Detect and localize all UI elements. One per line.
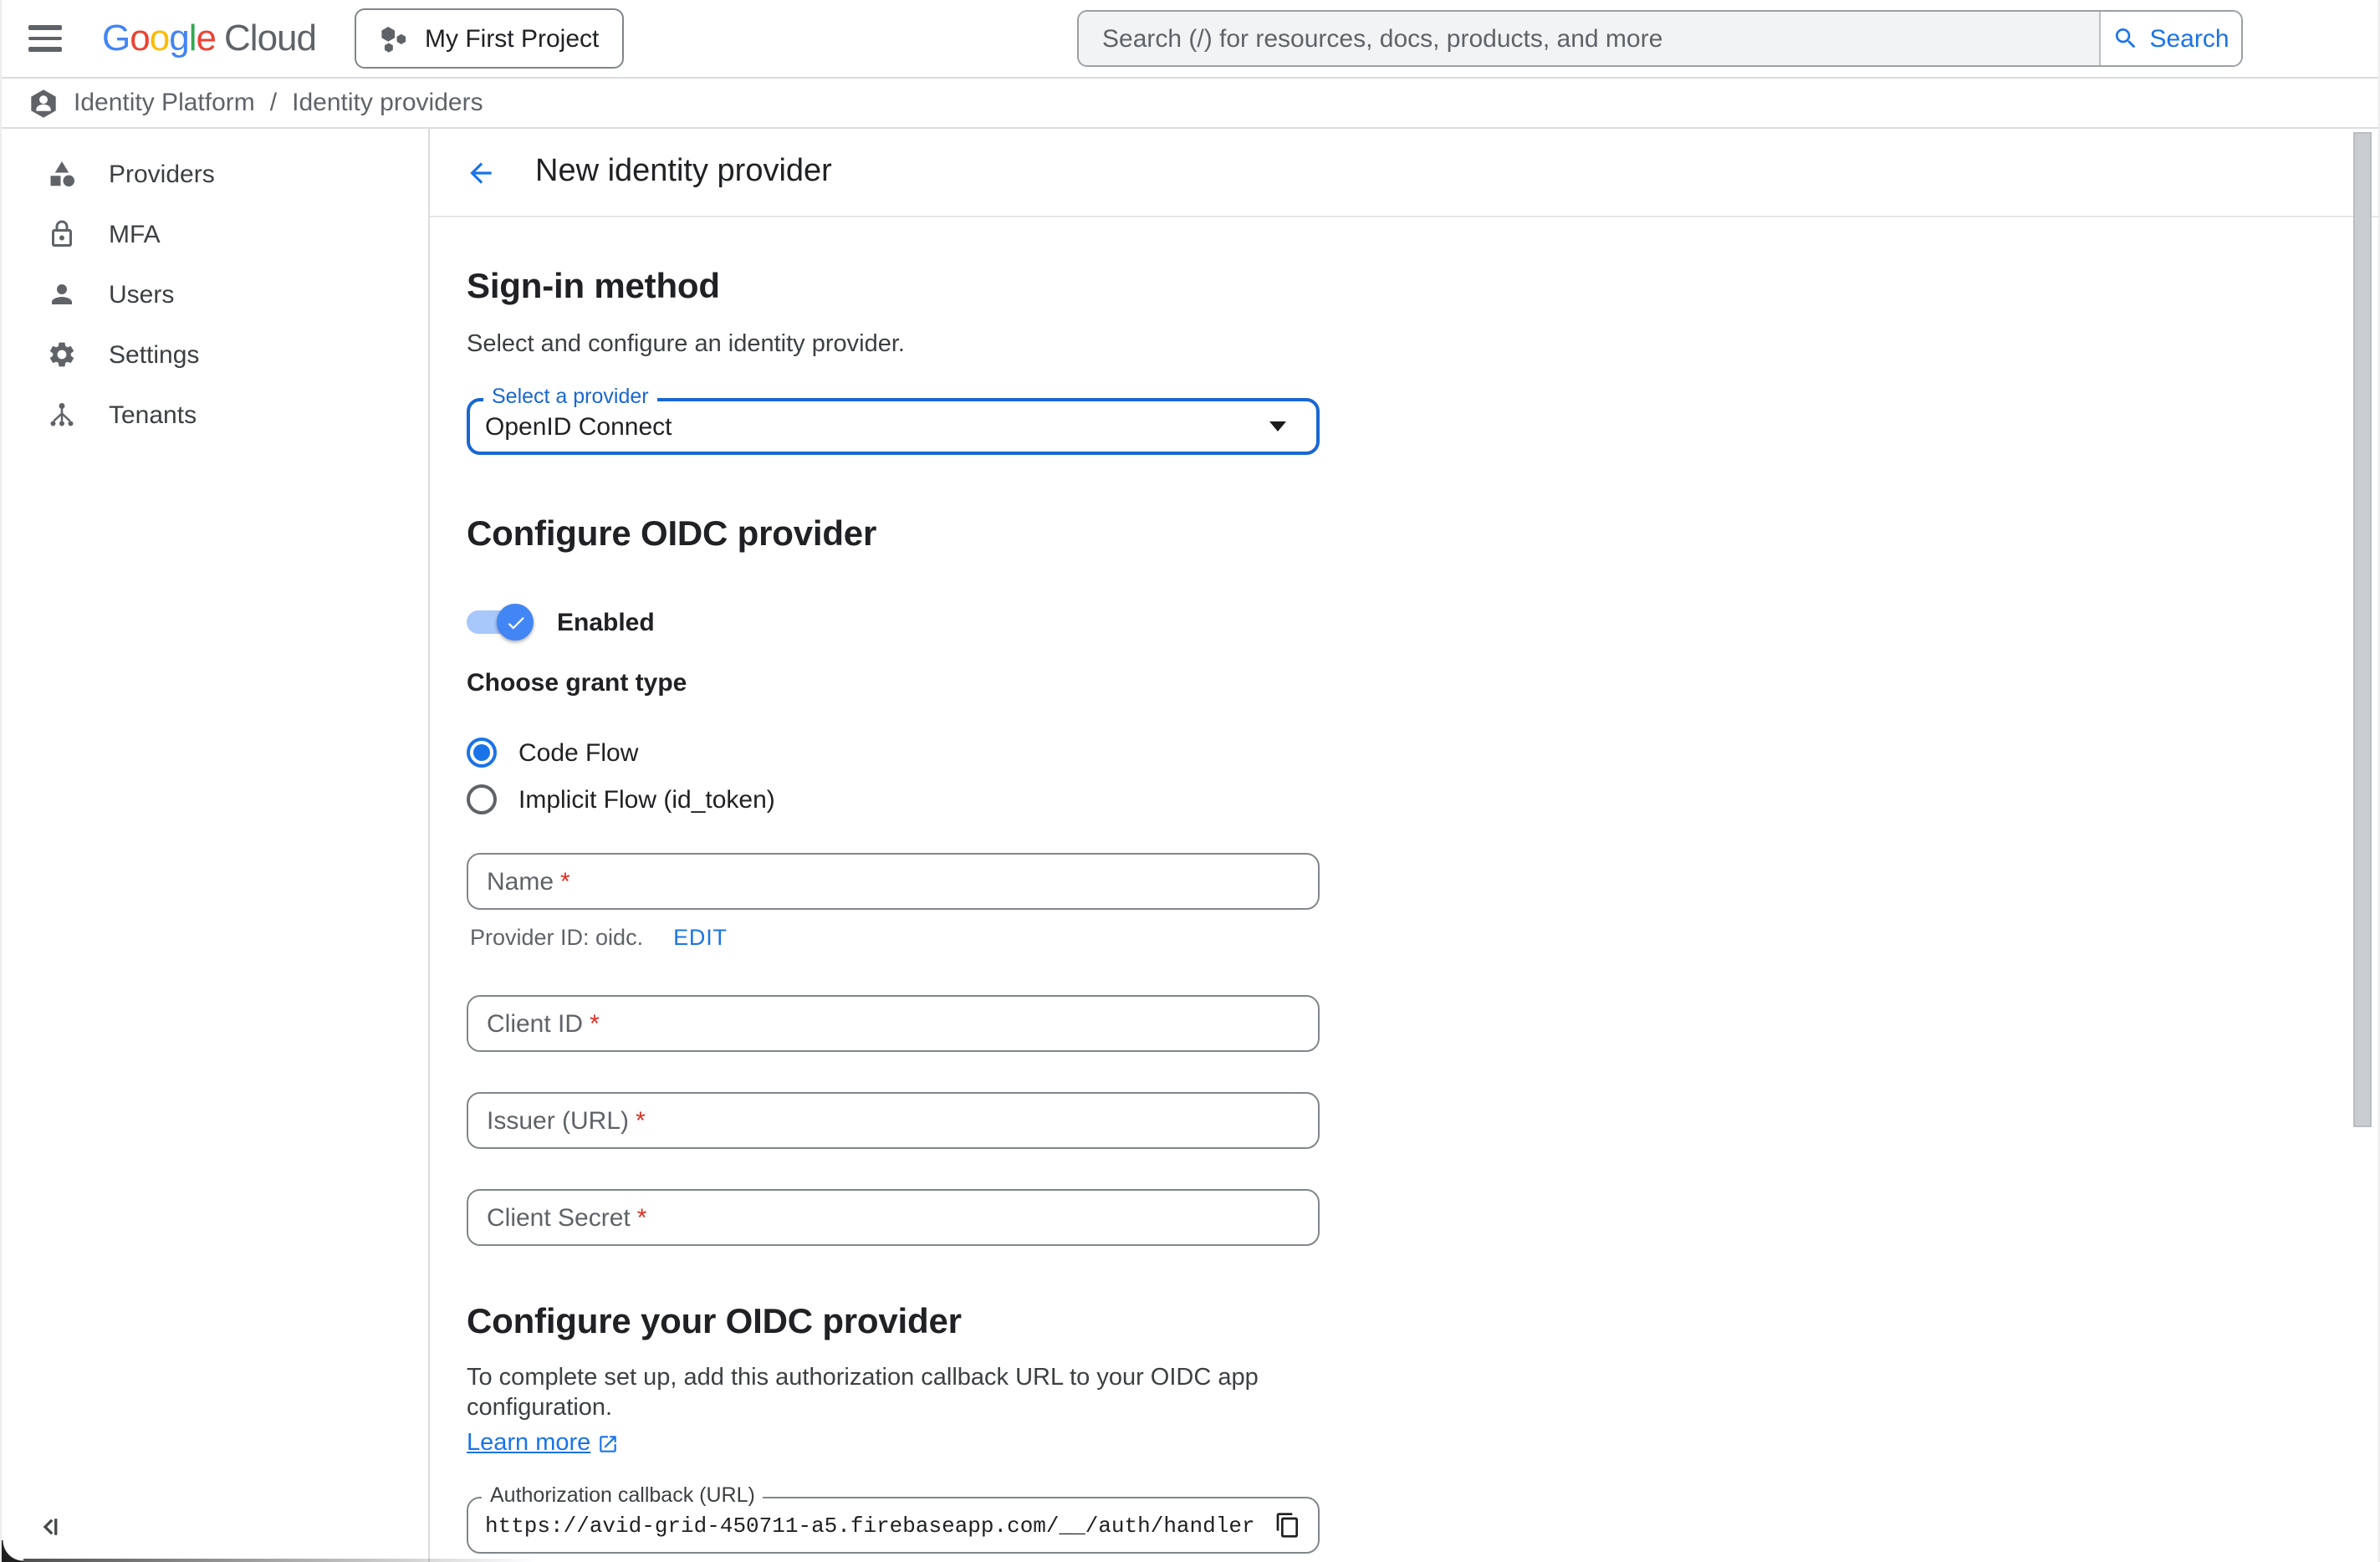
tenants-icon <box>47 400 77 430</box>
client-id-field[interactable]: Client ID * <box>467 995 1320 1052</box>
learn-more-label: Learn more <box>467 1430 590 1457</box>
signin-method-heading: Sign-in method <box>467 266 1320 309</box>
top-bar: Google Cloud My First Project Search <box>2 0 2378 79</box>
required-asterisk: * <box>637 1203 647 1232</box>
required-asterisk: * <box>590 1009 600 1038</box>
radio-label: Code Flow <box>518 738 638 767</box>
name-field-label: Name <box>468 867 554 896</box>
breadcrumb-identity-providers[interactable]: Identity providers <box>292 89 483 117</box>
search-bar: Search <box>1077 10 2243 67</box>
issuer-field-label: Issuer (URL) <box>468 1106 629 1135</box>
callback-description: To complete set up, add this authorizati… <box>467 1363 1320 1423</box>
enabled-toggle-row: Enabled <box>467 604 1320 641</box>
search-icon <box>2112 25 2139 52</box>
app-window: Google Cloud My First Project Search <box>0 0 2380 1562</box>
sidebar-item-label: Users <box>109 280 174 309</box>
radio-implicit-flow[interactable]: Implicit Flow (id_token) <box>467 784 1320 814</box>
sidebar: Providers MFA Users Settings <box>2 129 430 1562</box>
page-title: New identity provider <box>535 154 832 191</box>
collapse-sidebar-icon[interactable] <box>35 1512 65 1542</box>
provider-select[interactable]: Select a provider OpenID Connect <box>467 398 1320 455</box>
provider-select-value: OpenID Connect <box>470 412 672 441</box>
required-asterisk: * <box>560 867 570 896</box>
callback-url-value: https://avid-grid-450711-a5.firebaseapp.… <box>468 1513 1268 1538</box>
search-input[interactable] <box>1079 12 2099 65</box>
window-corner <box>2 1540 23 1562</box>
search-button[interactable]: Search <box>2099 12 2241 65</box>
page-header: New identity provider <box>430 129 2378 217</box>
breadcrumb: Identity Platform / Identity providers <box>2 79 2378 129</box>
hamburger-menu-icon[interactable] <box>28 18 69 59</box>
client-id-field-label: Client ID <box>468 1009 583 1038</box>
back-button[interactable] <box>460 152 500 192</box>
radio-unselected-icon <box>467 784 497 814</box>
main-content: New identity provider Sign-in method Sel… <box>430 129 2378 1562</box>
lock-icon <box>47 219 77 249</box>
issuer-url-field[interactable]: Issuer (URL) * <box>467 1092 1320 1149</box>
toggle-thumb-check-icon <box>497 604 534 641</box>
radio-selected-icon <box>467 738 497 768</box>
copy-button[interactable] <box>1268 1505 1308 1545</box>
required-asterisk: * <box>636 1106 646 1135</box>
provider-id-text: Provider ID: oidc. <box>467 925 643 952</box>
google-logo-cloud-text: Cloud <box>224 17 316 60</box>
identity-platform-icon <box>28 88 59 118</box>
project-name: My First Project <box>425 24 599 53</box>
google-logo-letters: Google <box>102 17 216 60</box>
radio-label: Implicit Flow (id_token) <box>518 785 775 814</box>
google-cloud-logo: Google Cloud <box>102 17 316 60</box>
configure-your-oidc-heading: Configure your OIDC provider <box>467 1301 1320 1345</box>
scrollbar[interactable] <box>2353 132 2372 1127</box>
learn-more-link[interactable]: Learn more <box>467 1430 619 1457</box>
sidebar-item-mfa[interactable]: MFA <box>2 204 428 264</box>
sidebar-item-providers[interactable]: Providers <box>2 144 428 204</box>
signin-method-description: Select and configure an identity provide… <box>467 329 1320 360</box>
grant-type-label: Choose grant type <box>467 669 1320 699</box>
enabled-toggle[interactable] <box>467 610 527 634</box>
sidebar-item-label: MFA <box>109 220 161 248</box>
external-link-icon <box>597 1432 619 1454</box>
provider-select-label: Select a provider <box>483 386 657 406</box>
project-hexagons-icon <box>380 24 408 53</box>
sidebar-item-settings[interactable]: Settings <box>2 324 428 385</box>
sidebar-item-label: Settings <box>109 340 199 369</box>
person-icon <box>47 279 77 309</box>
category-icon <box>47 159 77 189</box>
search-button-label: Search <box>2149 24 2229 53</box>
sidebar-item-tenants[interactable]: Tenants <box>2 385 428 445</box>
configure-oidc-heading: Configure OIDC provider <box>467 513 1320 557</box>
dropdown-caret-icon <box>1269 421 1286 431</box>
window-bottom-edge <box>2 1559 537 1562</box>
project-selector-button[interactable]: My First Project <box>355 8 624 69</box>
radio-code-flow[interactable]: Code Flow <box>467 738 1320 768</box>
breadcrumb-separator: / <box>270 89 277 117</box>
edit-provider-id-link[interactable]: EDIT <box>673 925 728 952</box>
enabled-label: Enabled <box>557 608 655 636</box>
sidebar-item-label: Tenants <box>109 401 197 429</box>
breadcrumb-identity-platform[interactable]: Identity Platform <box>74 89 255 117</box>
client-secret-field[interactable]: Client Secret * <box>467 1189 1320 1246</box>
provider-id-row: Provider ID: oidc. EDIT <box>467 925 1320 952</box>
authorization-callback-field[interactable]: Authorization callback (URL) https://avi… <box>467 1497 1320 1554</box>
callback-field-label: Authorization callback (URL) <box>482 1485 764 1505</box>
gear-icon <box>47 339 77 370</box>
name-field[interactable]: Name * <box>467 853 1320 910</box>
sidebar-item-label: Providers <box>109 160 215 188</box>
client-secret-field-label: Client Secret <box>468 1203 631 1232</box>
sidebar-item-users[interactable]: Users <box>2 264 428 324</box>
